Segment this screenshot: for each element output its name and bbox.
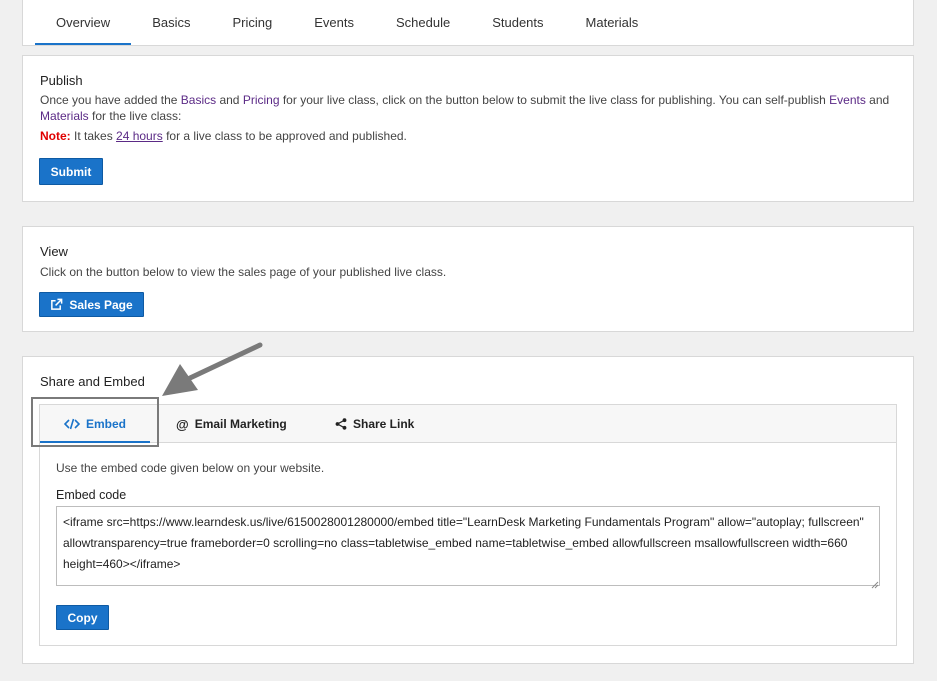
copy-button[interactable]: Copy bbox=[56, 605, 109, 630]
publish-title: Publish bbox=[40, 73, 83, 88]
top-tab-bar: Overview Basics Pricing Events Schedule … bbox=[22, 0, 914, 46]
submit-button[interactable]: Submit bbox=[39, 158, 103, 185]
tab-email-marketing[interactable]: @ Email Marketing bbox=[176, 405, 287, 443]
tab-schedule[interactable]: Schedule bbox=[375, 0, 471, 45]
share-embed-title: Share and Embed bbox=[40, 374, 145, 389]
view-card: View Click on the button below to view t… bbox=[22, 226, 914, 332]
publish-card: Publish Once you have added the Basics a… bbox=[22, 55, 914, 202]
embed-code-label: Embed code bbox=[56, 488, 127, 502]
copy-label: Copy bbox=[67, 610, 98, 625]
textarea-resize-handle[interactable] bbox=[870, 576, 879, 589]
publish-description: Once you have added the Basics and Prici… bbox=[40, 93, 890, 123]
tab-basics[interactable]: Basics bbox=[131, 0, 211, 45]
tab-overview[interactable]: Overview bbox=[35, 0, 132, 45]
embed-code-textarea[interactable]: <iframe src=https://www.learndesk.us/liv… bbox=[56, 506, 880, 586]
view-title: View bbox=[40, 244, 68, 259]
events-link[interactable]: Events bbox=[829, 93, 866, 107]
24-hours-link[interactable]: 24 hours bbox=[116, 129, 163, 143]
tab-materials[interactable]: Materials bbox=[565, 0, 660, 45]
annotation-arrow-icon bbox=[162, 342, 263, 396]
embed-tab-bar: Embed @ Email Marketing Share Link bbox=[40, 405, 896, 443]
email-marketing-tab-label: Email Marketing bbox=[194, 417, 287, 431]
sales-page-button[interactable]: Sales Page bbox=[39, 292, 144, 317]
share-icon bbox=[335, 418, 347, 430]
basics-link[interactable]: Basics bbox=[181, 93, 216, 107]
tab-events[interactable]: Events bbox=[293, 0, 375, 45]
tab-pricing[interactable]: Pricing bbox=[211, 0, 293, 45]
share-link-tab-label: Share Link bbox=[353, 417, 415, 431]
materials-link[interactable]: Materials bbox=[40, 109, 89, 123]
embed-instruction: Use the embed code given below on your w… bbox=[56, 461, 325, 475]
view-description: Click on the button below to view the sa… bbox=[40, 265, 447, 279]
tab-students[interactable]: Students bbox=[471, 0, 564, 45]
publish-note: Note: It takes 24 hours for a live class… bbox=[40, 129, 407, 143]
submit-label: Submit bbox=[50, 164, 92, 179]
note-label: Note: bbox=[40, 129, 71, 143]
pricing-link[interactable]: Pricing bbox=[243, 93, 280, 107]
annotation-highlight-box bbox=[31, 397, 159, 447]
at-icon: @ bbox=[176, 416, 189, 432]
tab-share-link[interactable]: Share Link bbox=[335, 405, 414, 443]
sales-page-label: Sales Page bbox=[69, 297, 133, 312]
external-link-icon bbox=[50, 298, 63, 311]
